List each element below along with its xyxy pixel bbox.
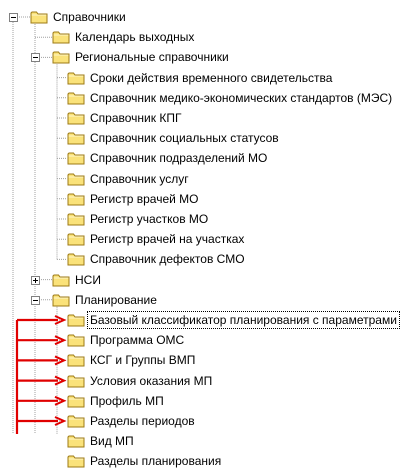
navigation-tree: Справочники Календарь выходных Региональны… — [0, 0, 420, 468]
folder-icon — [67, 455, 85, 468]
tree-node[interactable]: Разделы планирования — [67, 452, 223, 470]
tree-node-label: Разделы планирования — [90, 454, 222, 469]
annotation-arrows — [15, 315, 67, 434]
tree-node[interactable]: Вид МП — [67, 432, 136, 450]
tree-node-label: Вид МП — [90, 434, 134, 449]
folder-icon — [67, 435, 85, 448]
